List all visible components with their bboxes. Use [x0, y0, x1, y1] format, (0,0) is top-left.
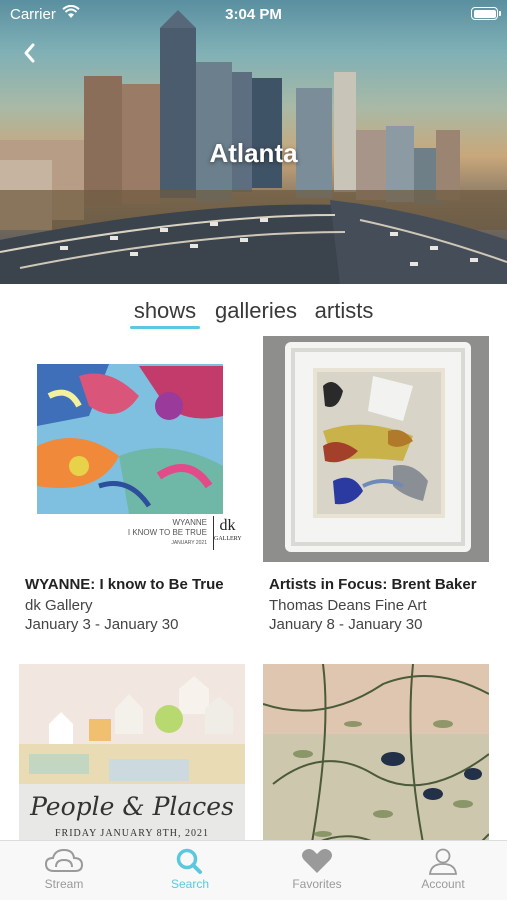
artwork-caption-line: WYANNE: [172, 518, 207, 527]
city-header-image: Carrier 3:04 PM Atlanta: [0, 0, 507, 284]
show-gallery: Thomas Deans Fine Art: [269, 597, 427, 614]
tabbar-stream-label: Stream: [44, 877, 84, 891]
tabbar-search[interactable]: Search: [140, 847, 240, 891]
show-artwork-image: WYANNE I KNOW TO BE TRUE JANUARY 2021 dk…: [19, 336, 245, 562]
show-gallery: dk Gallery: [25, 597, 93, 614]
cloud-icon: [14, 847, 114, 875]
category-tabs: shows galleries artists: [0, 298, 507, 332]
clock: 3:04 PM: [225, 6, 282, 23]
tabbar-favorites-label: Favorites: [292, 877, 342, 891]
bottom-tab-bar: Stream Search Favorites Account: [0, 840, 507, 900]
gallery-logo-text: dk: [219, 517, 236, 534]
show-dates: January 8 - January 30: [269, 616, 423, 633]
tabbar-search-label: Search: [170, 877, 210, 891]
show-artwork-image: [263, 336, 489, 562]
artwork-event-date: FRIDAY JANUARY 8TH, 2021: [54, 828, 209, 839]
gallery-logo: dk GALLERY: [213, 516, 242, 550]
tab-galleries[interactable]: galleries: [215, 298, 297, 332]
search-icon: [140, 847, 240, 875]
person-icon: [393, 847, 493, 875]
city-title: Atlanta: [209, 138, 298, 168]
gallery-logo-subtext: GALLERY: [214, 536, 242, 542]
artwork-caption-line: JANUARY 2021: [171, 540, 207, 546]
show-title: Artists in Focus: Brent Baker: [269, 576, 477, 593]
tab-shows[interactable]: shows: [130, 298, 200, 332]
artwork-script-title: People & Places: [30, 792, 234, 821]
artwork-caption: WYANNE I KNOW TO BE TRUE JANUARY 2021: [128, 518, 207, 548]
tabbar-favorites[interactable]: Favorites: [267, 847, 367, 891]
tabbar-stream[interactable]: Stream: [14, 847, 114, 891]
status-bar: Carrier 3:04 PM: [0, 0, 507, 30]
artwork-caption-line: I KNOW TO BE TRUE: [127, 528, 207, 537]
show-dates: January 3 - January 30: [25, 616, 179, 633]
show-title: WYANNE: I know to Be True: [25, 576, 224, 593]
heart-icon: [267, 847, 367, 875]
tabbar-account[interactable]: Account: [393, 847, 493, 891]
tab-artists[interactable]: artists: [313, 298, 375, 332]
tabbar-account-label: Account: [421, 877, 465, 891]
battery-icon: [471, 7, 501, 20]
chevron-left-icon[interactable]: [18, 40, 44, 66]
